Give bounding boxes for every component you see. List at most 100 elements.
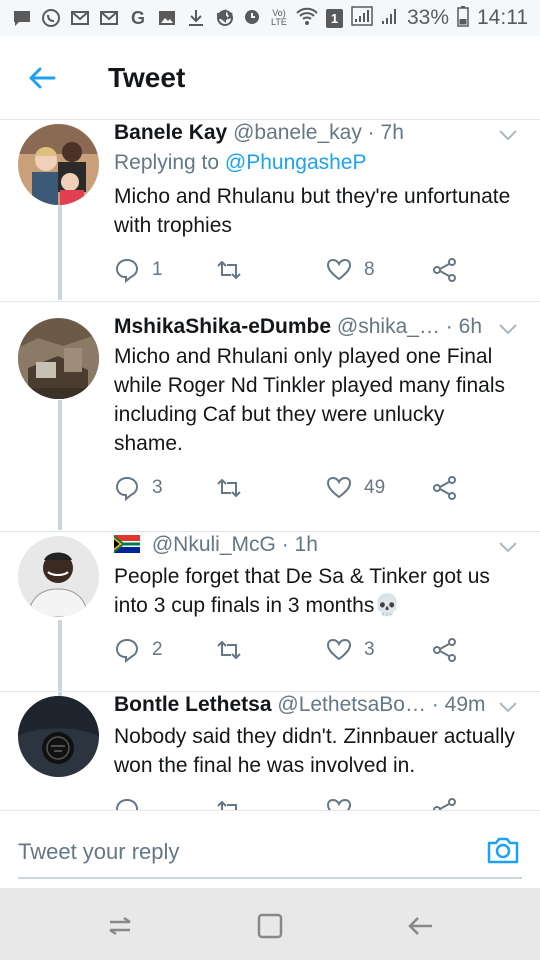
reply-count: 3 xyxy=(152,477,163,498)
heart-icon xyxy=(326,258,352,281)
chevron-down-icon xyxy=(499,130,517,141)
share-icon xyxy=(433,258,456,282)
back-icon xyxy=(408,917,432,935)
google-icon: G xyxy=(130,8,145,28)
back-button[interactable] xyxy=(26,62,58,94)
avatar[interactable] xyxy=(18,318,99,399)
tweet[interactable]: @Nkuli_McG · 1h People forget that De Sa… xyxy=(0,532,540,692)
retweet-icon xyxy=(217,478,241,498)
heart-icon xyxy=(326,798,352,810)
share-button[interactable] xyxy=(432,796,458,810)
username[interactable]: @banele_kay xyxy=(233,121,362,144)
retweet-icon xyxy=(217,640,241,660)
tweet-text: Micho and Rhulani only played one Final … xyxy=(114,345,506,455)
whatsapp-icon xyxy=(41,8,61,28)
tweet-actions xyxy=(114,796,474,810)
like-button[interactable]: 8 xyxy=(326,256,375,284)
reply-button[interactable]: 2 xyxy=(114,636,163,664)
tweet-menu-button[interactable] xyxy=(498,700,518,714)
tweet-text: Micho and Rhulanu but they're unfortunat… xyxy=(114,185,511,237)
tweet-text: Nobody said they didn't. Zinnbauer actua… xyxy=(114,725,515,777)
chevron-down-icon xyxy=(499,542,517,553)
like-button[interactable] xyxy=(326,796,352,810)
username[interactable]: @Nkuli_McG xyxy=(152,533,276,556)
battery-percent: 33% xyxy=(406,6,449,29)
display-name[interactable]: MshikaShika-eDumbe xyxy=(114,315,331,338)
tweet[interactable]: Banele Kay @banele_kay · 7h Replying to … xyxy=(0,120,540,302)
tweet-header: @Nkuli_McG · 1h xyxy=(114,532,490,558)
signal-icon xyxy=(351,5,373,31)
tweet-header: Banele Kay @banele_kay · 7h xyxy=(114,120,490,146)
retweet-button[interactable] xyxy=(216,796,242,810)
like-button[interactable]: 49 xyxy=(326,474,385,502)
replying-to: Replying to @PhungasheP xyxy=(114,150,367,176)
reply-count: 2 xyxy=(152,639,163,660)
message-icon xyxy=(12,8,32,28)
username[interactable]: @shika_… xyxy=(337,315,440,338)
username[interactable]: @LethetsaBo… xyxy=(277,693,426,716)
timestamp: 49m xyxy=(444,693,486,716)
signal-icon xyxy=(381,6,399,31)
retweet-button[interactable] xyxy=(216,636,254,664)
retweet-button[interactable] xyxy=(216,474,254,502)
retweet-icon xyxy=(217,800,237,810)
chevron-down-icon xyxy=(499,702,517,713)
like-button[interactable]: 3 xyxy=(326,636,375,664)
camera-icon xyxy=(487,837,519,864)
gmail-icon xyxy=(70,8,90,28)
avatar[interactable] xyxy=(18,124,99,205)
sim-icon: 1 xyxy=(325,8,343,28)
replying-prefix: Replying to xyxy=(114,151,220,174)
reply-count: 1 xyxy=(152,259,163,280)
reply-list[interactable]: Banele Kay @banele_kay · 7h Replying to … xyxy=(0,120,540,810)
timestamp: 6h xyxy=(458,315,482,338)
avatar[interactable] xyxy=(18,696,99,777)
download-icon xyxy=(186,8,206,28)
separator-dot: · xyxy=(367,121,375,144)
separator-dot: · xyxy=(431,693,439,716)
chevron-down-icon xyxy=(499,324,517,335)
timestamp: 7h xyxy=(380,121,404,144)
wifi-icon xyxy=(296,6,318,31)
alarm-icon xyxy=(242,6,262,31)
share-button[interactable] xyxy=(432,474,458,502)
back-nav-button[interactable] xyxy=(404,910,436,942)
reply-input[interactable]: Tweet your reply xyxy=(18,835,468,869)
separator-dot: · xyxy=(281,533,289,556)
mention-link[interactable]: @PhungasheP xyxy=(225,151,367,174)
camera-button[interactable] xyxy=(486,833,520,867)
volte-icon: Vo) LTE xyxy=(271,8,287,27)
reply-button[interactable]: 1 xyxy=(114,256,163,284)
gallery-icon xyxy=(157,8,177,28)
tweet-header: MshikaShika-eDumbe @shika_… · 6h xyxy=(114,314,490,340)
heart-icon xyxy=(326,476,352,499)
system-icons: Vo) LTE 1 33% 14:11 xyxy=(214,5,528,31)
tweet-menu-button[interactable] xyxy=(498,322,518,336)
reply-composer: Tweet your reply xyxy=(0,810,540,888)
notification-icons: G xyxy=(12,6,235,30)
tweet[interactable]: Bontle Lethetsa @LethetsaBo… · 49m Nobod… xyxy=(0,692,540,810)
display-name[interactable]: Bontle Lethetsa xyxy=(114,693,272,716)
recents-button[interactable] xyxy=(104,910,136,942)
mute-icon xyxy=(214,6,234,31)
page-title: Tweet xyxy=(108,62,186,93)
reply-button[interactable] xyxy=(114,796,140,810)
home-button[interactable] xyxy=(254,910,286,942)
reply-button[interactable]: 3 xyxy=(114,474,163,502)
tweet[interactable]: MshikaShika-eDumbe @shika_… · 6h Micho a… xyxy=(0,302,540,532)
arrow-left-icon xyxy=(29,67,56,89)
like-count: 8 xyxy=(364,259,375,280)
tweet-menu-button[interactable] xyxy=(498,128,518,142)
share-button[interactable] xyxy=(432,636,458,664)
display-name[interactable]: Banele Kay xyxy=(114,121,227,144)
retweet-button[interactable] xyxy=(216,256,254,284)
app-header: Tweet xyxy=(0,36,540,120)
home-icon xyxy=(257,913,283,939)
tweet-actions: 1 8 xyxy=(114,256,474,284)
separator-dot: · xyxy=(445,315,453,338)
like-count: 3 xyxy=(364,639,375,660)
south-africa-flag-icon xyxy=(114,535,140,553)
share-button[interactable] xyxy=(432,256,458,284)
avatar[interactable] xyxy=(18,536,99,617)
tweet-menu-button[interactable] xyxy=(498,540,518,554)
